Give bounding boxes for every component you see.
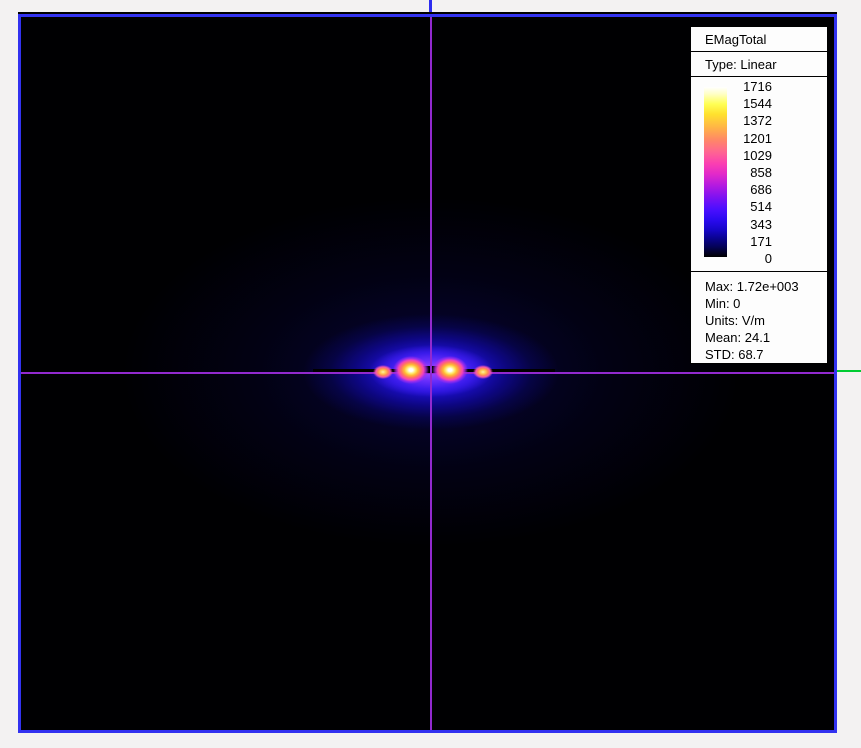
vertical-axis-stub-icon (429, 0, 432, 12)
colorbar-tick-label: 1201 (743, 132, 772, 145)
vertical-crosshair-line (430, 17, 432, 730)
field-hotspot-small-right (473, 365, 493, 379)
legend-scale-type: Type: Linear (691, 52, 827, 77)
colorbar-tick-label: 171 (750, 235, 772, 248)
legend-color-scale: 1716 1544 1372 1201 1029 858 686 514 343 171 0 (691, 77, 827, 272)
field-hotspot-small-left (373, 365, 393, 379)
colorbar-tick-label: 1544 (743, 97, 772, 110)
legend-statistics: Max: 1.72e+003Min: 0Units: V/mMean: 24.1… (691, 272, 827, 363)
legend-stat-line: Units: V/m (705, 312, 827, 329)
field-legend-panel[interactable]: EMagTotal Type: Linear 17161544137212011… (690, 26, 828, 364)
colorbar-tick-label: 1716 (743, 80, 772, 93)
colorbar-tick-label: 514 (750, 200, 772, 213)
colorbar-tick-label: 686 (750, 183, 772, 196)
legend-stat-line: STD: 68.7 (705, 346, 827, 363)
legend-title: EMagTotal (691, 27, 827, 52)
colorbar-tick-label: 343 (750, 218, 772, 231)
legend-stat-line: Min: 0 (705, 295, 827, 312)
legend-stat-line: Max: 1.72e+003 (705, 278, 827, 295)
field-plot-window: EMagTotal Type: Linear 17161544137212011… (0, 0, 861, 748)
colorbar-tick-label: 858 (750, 166, 772, 179)
colorbar-tick-label: 0 (765, 252, 772, 265)
horizontal-axis-stub-icon (837, 370, 861, 372)
field-hotspot-main-right (432, 356, 468, 384)
colorbar-tick-label: 1029 (743, 149, 772, 162)
colorbar-ticks: 1716 1544 1372 1201 1029 858 686 514 343 171 0 (727, 80, 772, 265)
colorbar-gradient (704, 87, 727, 257)
colorbar-tick-label: 1372 (743, 114, 772, 127)
legend-stat-line: Mean: 24.1 (705, 329, 827, 346)
field-hotspot-main-left (393, 356, 429, 384)
